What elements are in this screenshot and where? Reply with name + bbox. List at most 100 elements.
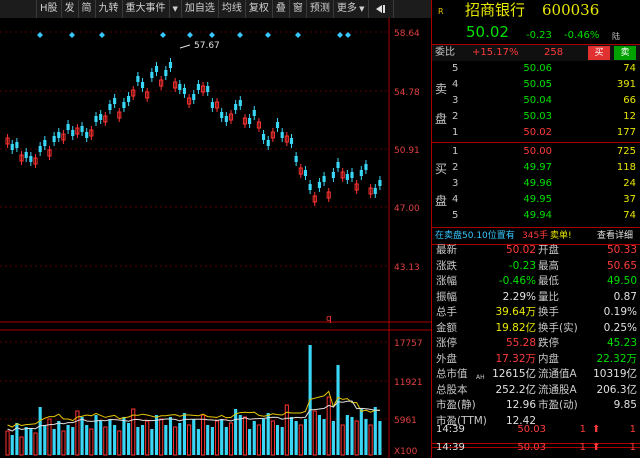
exchange-logo: R [438,7,444,16]
stat-label: 内盘 [538,352,559,365]
price-axis-label: 47.00 [394,204,420,214]
bid-row[interactable]: 4 49.95 37 [432,192,640,208]
bid-volume: 74 [623,210,636,221]
stat-row: 总手 39.64万 换手 0.19% [432,305,640,320]
candle-body [154,66,159,72]
stat-value: 0.19% [603,306,637,318]
event-diamond-icon[interactable] [295,32,301,38]
event-diamond-icon[interactable] [160,32,166,38]
volume-bar [85,425,89,455]
notice-detail-link[interactable]: 查看详细 [597,228,633,244]
bid-volume: 118 [616,162,636,173]
volume-bar [52,429,56,455]
volume-bar [238,415,242,455]
stat-label: 流通值A [538,368,577,380]
candle-body [178,84,182,90]
volume-axis-label: 17757 [394,339,423,349]
webi-value: +15.17% [472,47,519,58]
volume-axis-label: X100 [394,447,418,457]
kline-chart-svg[interactable]: 58.64 54.78 50.91 47.00 43.13 17757 11921 5961 X… [0,0,431,458]
volume-bar [24,427,28,455]
candle-body [24,152,28,158]
bid-row[interactable]: 1 50.00 725 [432,144,640,160]
buy-button[interactable]: 买 [588,46,610,60]
ask-row[interactable]: 4 50.05 391 [432,77,640,93]
volume-bar [145,420,150,456]
event-diamond-icon[interactable] [37,32,43,38]
volume-axis-label: 11921 [394,378,423,388]
candle-body [66,124,70,130]
ask-row[interactable]: 3 50.04 66 [432,93,640,109]
event-diamond-icon[interactable] [345,32,351,38]
stat-value: 55.28 [505,337,536,349]
volume-bar [294,421,298,455]
stat-label: 市盈(静) [436,399,476,411]
candle-body [350,172,354,178]
stat-label: 流通股A [538,383,577,396]
kline-chart-panel[interactable]: H股 发 简 九转 重大事件 ▼ 加自选 均线 复权 叠 窗 预测 更多 ▼ 5… [0,0,431,458]
candle-body [294,156,298,162]
ask-row[interactable]: 5 50.06 74 [432,61,640,77]
volume-bar [275,425,280,455]
candle-body [108,104,112,110]
stat-label: 总股本 [436,383,468,396]
volume-bar [164,425,168,455]
stat-label: 换手 [538,306,559,318]
event-marker[interactable]: q [326,314,332,324]
stat-value: 45.23 [606,337,637,349]
sell-button[interactable]: 卖 [614,46,636,60]
volume-bar [154,415,159,455]
candle-body [43,140,47,146]
stat-value: 9.85 [613,399,637,411]
stat-label: 振幅 [436,290,457,303]
event-diamond-icon[interactable] [265,32,271,38]
stat-value: 12615亿 [492,368,536,380]
candle-body [164,70,168,76]
stat-value: 206.3亿 [596,383,637,396]
ask-row[interactable]: 1 50.02 177 [432,125,640,141]
bid-volume: 24 [623,178,636,189]
bid-row[interactable]: 3 49.96 24 [432,176,640,192]
stat-label: 换手(实) [538,321,578,334]
price-axis-label: 58.64 [394,29,420,39]
volume-bar [159,418,164,456]
candle-body [127,96,131,102]
candle-body [308,184,312,190]
event-diamond-icon[interactable] [337,32,343,38]
bid-row[interactable]: 2 49.97 118 [432,160,640,176]
webi-label: 委比 [435,47,455,58]
volume-bar [19,436,24,456]
quote-panel: R 招商银行 600036 50.02 -0.23 -0.46% 陆 委比 +1… [431,0,640,458]
volume-bar [206,425,210,455]
volume-bar [261,419,266,455]
ask-level: 1 [452,127,459,138]
ask-row[interactable]: 2 50.03 12 [432,109,640,125]
stat-label: 外盘 [436,352,457,365]
event-diamond-icon[interactable] [69,32,75,38]
volume-bar [113,425,117,455]
candle-body [85,132,89,138]
event-diamond-icon[interactable] [209,32,215,38]
volume-bar [173,426,178,456]
ask-price: 50.06 [523,63,552,74]
candle-body [136,76,140,82]
bid-row[interactable]: 5 49.94 74 [432,208,640,224]
stat-label: 最新 [436,244,457,256]
stat-row: 外盘 17.32万 内盘 22.32万 [432,352,640,367]
volume-bar [136,427,140,455]
candle-body [220,112,224,118]
event-diamond-icon[interactable] [237,32,243,38]
up-arrow-icon: ⬆ [592,442,601,453]
candle-body [234,104,238,110]
ask-level: 3 [452,95,459,106]
event-diamond-icon[interactable] [99,32,105,38]
stat-label: 跌停 [538,337,559,349]
bid-price: 50.00 [523,146,552,157]
event-diamond-icon[interactable] [187,32,193,38]
notice-type: 卖单! [550,231,572,241]
ask-volume: 177 [616,127,636,138]
price-change-pct: -0.46% [564,30,600,41]
bid-level: 1 [452,146,459,157]
volume-bar [200,414,206,456]
volume-bar [80,417,84,455]
